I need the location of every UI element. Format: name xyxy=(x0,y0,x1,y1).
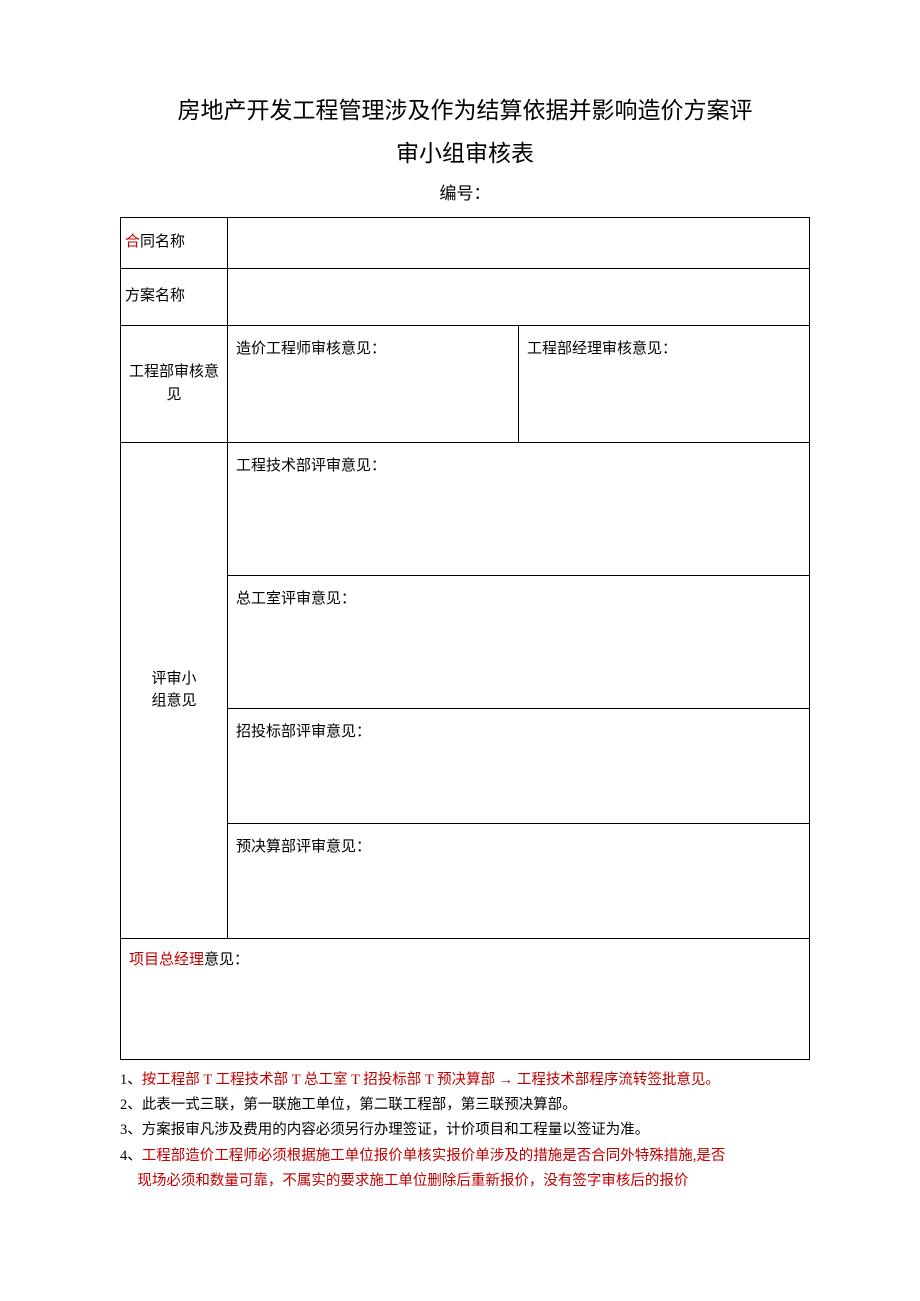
label-dept-manager: 工程部经理审核意见： xyxy=(523,332,805,367)
eng-dept-l1: 工程部审核意 xyxy=(129,364,219,380)
contract-name-rest: 同名称 xyxy=(140,234,185,250)
cell-contract-name xyxy=(228,217,810,268)
note-4: 4、工程部造价工程师必须根据施工单位报价单核实报价单涉及的措施是否合同外特殊措施… xyxy=(120,1144,810,1169)
cell-plan-name xyxy=(228,268,810,325)
title-line1: 房地产开发工程管理涉及作为结算依据并影响造价方案评 xyxy=(178,98,753,123)
page-title: 房地产开发工程管理涉及作为结算依据并影响造价方案评 审小组审核表 xyxy=(120,90,810,175)
label-cost-engineer: 造价工程师审核意见： xyxy=(232,332,514,367)
title-line2: 审小组审核表 xyxy=(396,141,534,166)
row-label-plan-name: 方案名称 xyxy=(121,268,228,325)
cell-dept-manager-opinion: 工程部经理审核意见： xyxy=(519,325,810,442)
note-4-prefix: 4、 xyxy=(120,1148,142,1164)
label-op-budget: 预决算部评审意见： xyxy=(232,830,805,865)
note-1-text: 按工程部 T 工程技术部 T 总工室 T 招投标部 T 预决算部 → 工程技术部… xyxy=(142,1072,720,1088)
note-1-prefix: 1、 xyxy=(120,1072,142,1088)
cell-opinion-bidding: 招投标部评审意见： xyxy=(228,708,810,823)
label-op-tech: 工程技术部评审意见： xyxy=(232,449,805,484)
notes-section: 1、按工程部 T 工程技术部 T 总工室 T 招投标部 T 预决算部 → 工程技… xyxy=(120,1068,810,1195)
numbering-label: 编号： xyxy=(120,181,810,207)
cell-cost-engineer-opinion: 造价工程师审核意见： xyxy=(228,325,519,442)
note-2: 2、此表一式三联，第一联施工单位，第二联工程部，第三联预决算部。 xyxy=(120,1093,810,1118)
contract-name-red: 合 xyxy=(125,234,140,250)
eng-dept-l2: 见 xyxy=(166,387,181,403)
note-4-cont: 现场必须和数量可靠，不属实的要求施工单位删除后重新报价，没有签字审核后的报价 xyxy=(120,1169,810,1194)
label-op-chief: 总工室评审意见： xyxy=(232,582,805,617)
row-label-contract-name: 合同名称 xyxy=(121,217,228,268)
cell-opinion-budget: 预决算部评审意见： xyxy=(228,823,810,938)
project-mgr-red: 项目总经理 xyxy=(129,952,204,968)
cell-opinion-tech: 工程技术部评审意见： xyxy=(228,442,810,575)
note-4-text-a: 工程部造价工程师必须根据施工单位报价单核实报价单涉及的措施是否合同外特殊措施,是… xyxy=(142,1148,726,1164)
review-group-l2: 组意见 xyxy=(151,693,196,709)
cell-opinion-chief: 总工室评审意见： xyxy=(228,575,810,708)
note-1: 1、按工程部 T 工程技术部 T 总工室 T 招投标部 T 预决算部 → 工程技… xyxy=(120,1068,810,1093)
row-label-review-group: 评审小 组意见 xyxy=(121,442,228,938)
note-3: 3、方案报审凡涉及费用的内容必须另行办理签证，计价项目和工程量以签证为准。 xyxy=(120,1118,810,1143)
project-mgr-rest: 意见： xyxy=(204,952,249,968)
row-label-eng-dept: 工程部审核意 见 xyxy=(121,325,228,442)
review-group-l1: 评审小 xyxy=(151,671,196,687)
cell-project-manager-opinion: 项目总经理意见： xyxy=(121,938,810,1059)
review-table: 合同名称 方案名称 工程部审核意 见 造价工程师审核意见： 工程部经理审核意见：… xyxy=(120,217,810,1060)
label-op-bidding: 招投标部评审意见： xyxy=(232,715,805,750)
